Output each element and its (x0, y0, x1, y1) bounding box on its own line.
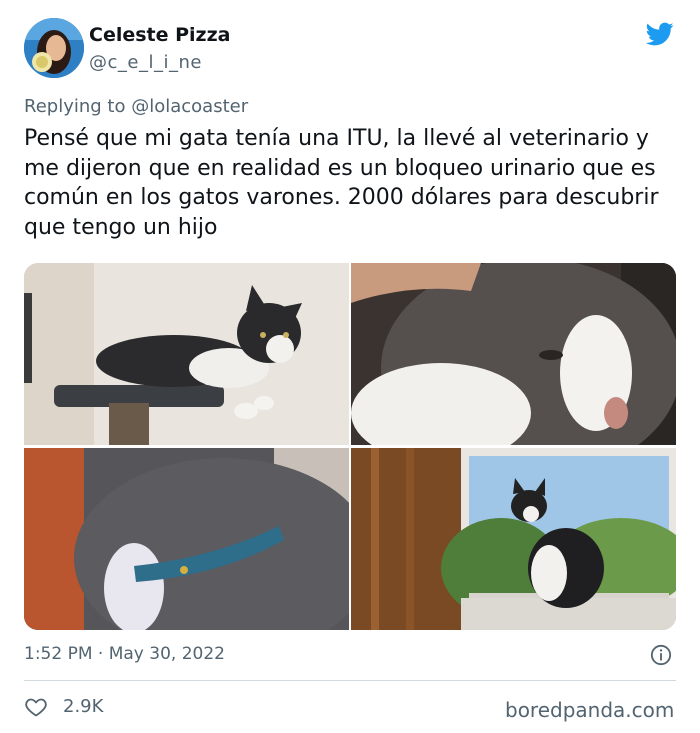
like-count[interactable]: 2.9K (63, 696, 103, 717)
cat-face-closeup-photo[interactable] (351, 263, 676, 445)
reply-to-handle-link[interactable]: @lolacoaster (131, 96, 248, 117)
cat-on-shelf-photo[interactable] (24, 263, 349, 445)
author-name[interactable]: Celeste Pizza (89, 24, 231, 46)
tweet-timestamp[interactable]: 1:52 PM · May 30, 2022 (24, 644, 225, 664)
cat-collar-closeup-photo[interactable] (24, 448, 349, 630)
photo-grid (24, 263, 676, 630)
twitter-bird-icon[interactable] (644, 20, 676, 48)
replying-to-prefix: Replying to (24, 96, 132, 117)
info-icon[interactable] (650, 644, 672, 666)
author-handle[interactable]: @c_e_l_i_ne (89, 52, 202, 73)
avatar[interactable] (24, 18, 84, 78)
heart-icon[interactable] (24, 695, 48, 719)
tweet-text: Pensé que mi gata tenía una ITU, la llev… (24, 126, 659, 240)
divider (24, 680, 676, 681)
replying-to: Replying to @lolacoaster (24, 96, 248, 117)
source-credit: boredpanda.com (505, 698, 675, 722)
cat-by-window-photo[interactable] (351, 448, 676, 630)
